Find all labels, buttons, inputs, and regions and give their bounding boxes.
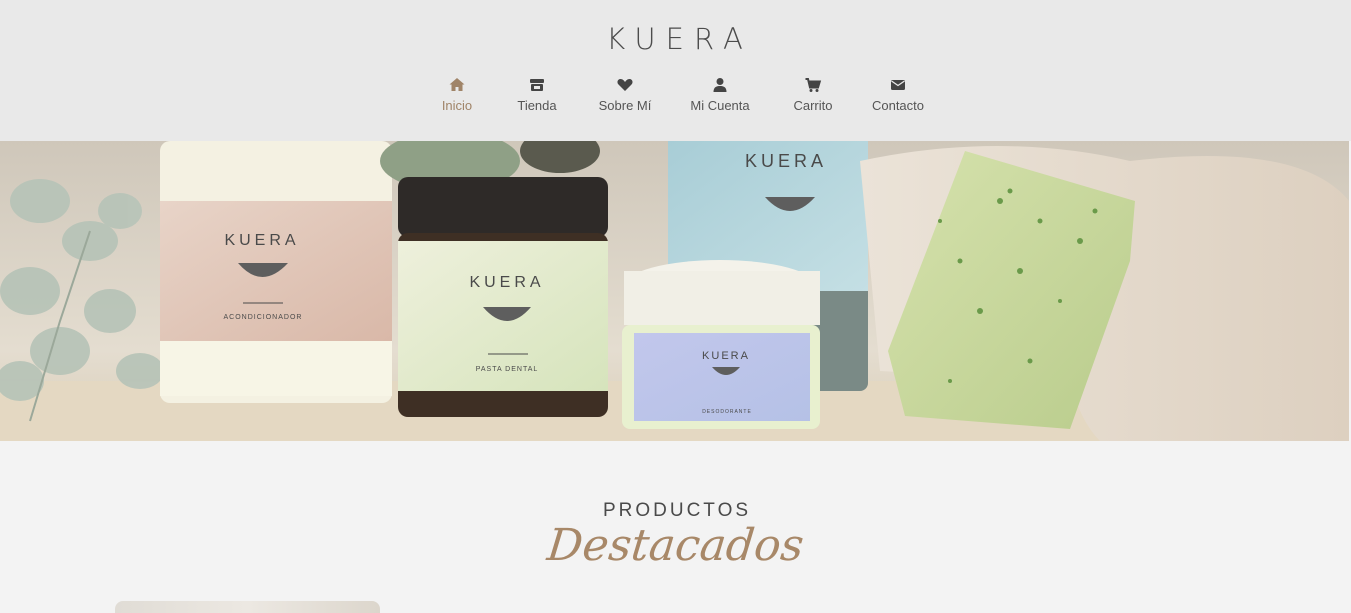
hero-product-image: KUERA ACONDICIONADOR KUERA PASTA DENTAL … <box>0 141 1349 441</box>
cart-icon <box>805 78 822 92</box>
envelope-icon <box>891 80 905 90</box>
products-subheading: Destacados <box>544 520 807 571</box>
nav-item-contacto[interactable]: Contacto <box>863 76 933 113</box>
nav-item-mi-cuenta[interactable]: Mi Cuenta <box>681 76 759 113</box>
site-header: KUERA Inicio Tienda Sobre Mí Mi Cuenta C… <box>0 0 1351 141</box>
home-icon <box>449 78 465 91</box>
nav-label: Mi Cuenta <box>690 98 750 113</box>
jar2-brand-label: KUERA <box>469 274 544 291</box>
nav-label: Carrito <box>793 98 833 113</box>
store-icon <box>530 79 544 91</box>
products-heading: PRODUCTOS <box>602 500 752 521</box>
nav-item-sobre-mi[interactable]: Sobre Mí <box>590 76 660 113</box>
main-nav: Inicio Tienda Sobre Mí Mi Cuenta Carrito… <box>0 76 1351 113</box>
nav-item-tienda[interactable]: Tienda <box>504 76 570 113</box>
user-icon <box>713 78 727 92</box>
nav-item-carrito[interactable]: Carrito <box>783 76 843 113</box>
nav-label: Sobre Mí <box>598 98 652 113</box>
jar3-brand-label: KUERA <box>745 151 827 171</box>
nav-item-inicio[interactable]: Inicio <box>428 76 486 113</box>
nav-label: Tienda <box>517 98 557 113</box>
heart-icon <box>617 79 633 91</box>
jar2-product-label: PASTA DENTAL <box>476 366 539 373</box>
jar1-brand-label: KUERA <box>224 232 299 249</box>
jar1-product-label: ACONDICIONADOR <box>224 314 303 321</box>
product-card-image[interactable] <box>115 601 380 613</box>
nav-label: Contacto <box>871 98 925 113</box>
site-logo[interactable]: KUERA <box>0 22 1351 56</box>
jar4-brand-label: KUERA <box>702 350 750 362</box>
hero-banner: KUERA ACONDICIONADOR KUERA PASTA DENTAL … <box>0 141 1349 441</box>
nav-label: Inicio <box>441 98 473 113</box>
jar4-product-label: DESODORANTE <box>702 409 752 415</box>
